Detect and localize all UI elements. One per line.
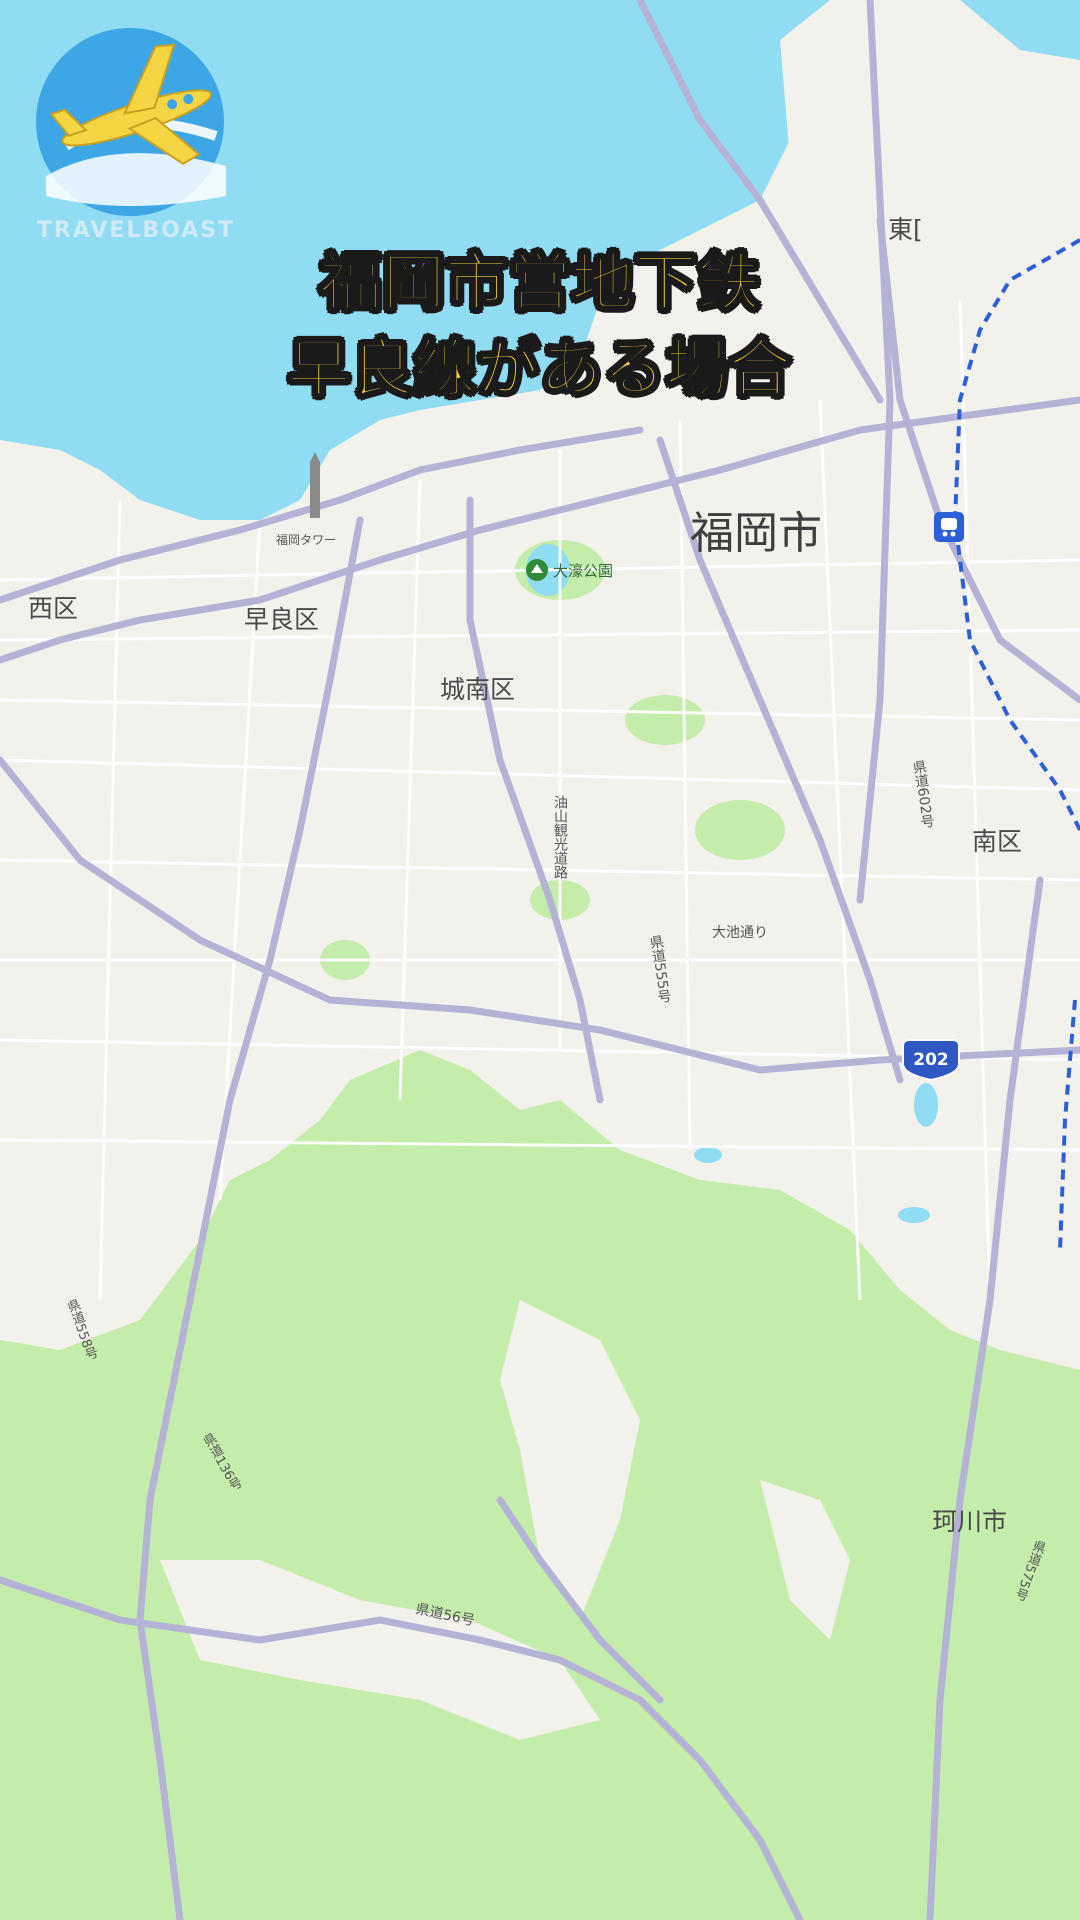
poi-label-park: 大濠公園 xyxy=(553,562,613,580)
travelboast-logo: TRAVELBOAST xyxy=(26,26,246,256)
title-overlay: 福岡市営地下鉄 早良線がある場合 xyxy=(0,240,1080,412)
park-pin-icon[interactable] xyxy=(526,559,548,581)
title-line-1: 福岡市営地下鉄 xyxy=(318,245,761,320)
title-line-2: 早良線がある場合 xyxy=(287,331,792,406)
road-label-oike: 大池通り xyxy=(712,925,768,941)
district-label-jonan: 城南区 xyxy=(440,675,515,704)
district-label-sawara: 早良区 xyxy=(244,605,319,634)
route-202-label: 202 xyxy=(913,1050,949,1070)
road-label-aburayama: 油山観光道路 xyxy=(552,795,568,879)
station-icon[interactable] xyxy=(934,512,964,542)
district-label-nakagawa: 珂川市 xyxy=(932,1507,1007,1536)
city-label-fukuoka: 福岡市 xyxy=(690,508,822,559)
airplane-icon xyxy=(36,28,226,216)
route-202-shield: 202 xyxy=(902,1039,960,1082)
tower-icon xyxy=(310,452,320,518)
district-label-minami: 南区 xyxy=(972,827,1022,856)
district-label-nishi: 西区 xyxy=(28,594,78,623)
poi-label-tower: 福岡タワー xyxy=(276,532,336,547)
